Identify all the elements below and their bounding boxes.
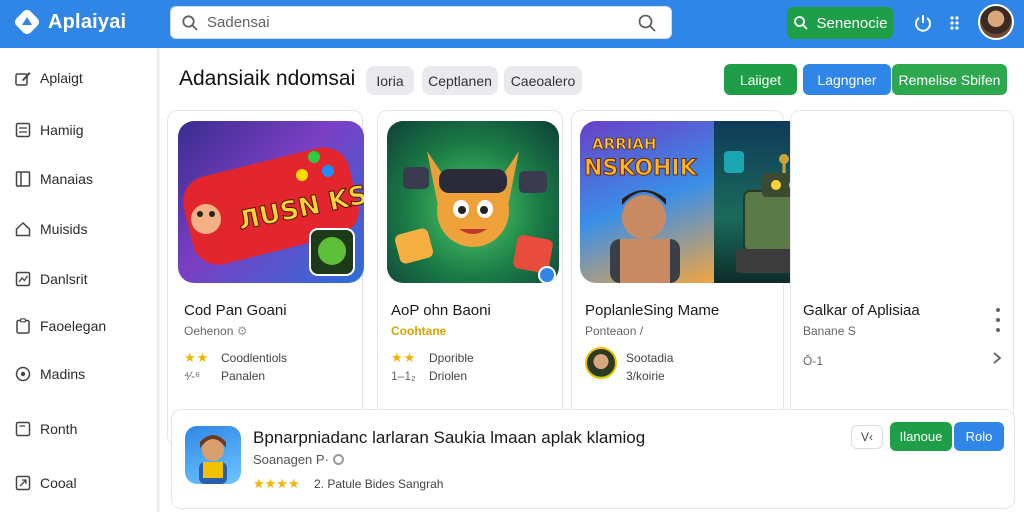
sidebar-item-manaias[interactable]: Manaias [0, 161, 158, 197]
app-name: PoplanleSing Mame [585, 302, 720, 319]
document-icon [15, 421, 31, 437]
app-meta: Panalen [221, 369, 266, 383]
home-icon [15, 221, 31, 237]
search-icon [182, 14, 198, 31]
apps-grid-icon[interactable] [946, 12, 968, 34]
top-bar: Aplaiyai Sadensai Senenocie [0, 0, 1024, 48]
developer-name: Sootadia [626, 351, 674, 365]
sidebar-item-label: Madins [40, 366, 86, 382]
sidebar-item-label: Cooal [40, 475, 77, 491]
featured-app-title: Bpnarpniadanc larlaran Saukia lmaan apla… [253, 428, 646, 447]
game-art-text: NSKOHIK [584, 156, 698, 181]
clipboard-icon [16, 318, 30, 334]
primary-action-button[interactable]: Laiiget [724, 64, 797, 95]
app-card[interactable]: ARRIAH NSKOHIK PoplanleSing Mame Ponteao… [571, 110, 854, 446]
logo-icon [14, 9, 40, 35]
rating-stars: ★★★★ [253, 476, 300, 491]
app-thumbnail[interactable] [387, 121, 559, 283]
game-art-image: ЛUSN KSIHI [183, 147, 364, 276]
filter-chip[interactable]: Ioria [366, 66, 414, 95]
sidebar-item-label: Faoelegan [40, 318, 107, 334]
app-developer-text: Oehenon [184, 324, 234, 338]
secondary-action-button[interactable]: Lagngner [803, 64, 891, 95]
featured-developer-text: Soanagen [253, 452, 313, 467]
sidebar-item-faoelegan[interactable]: Faoelegan [0, 308, 158, 344]
install-button[interactable]: Ilanoue [890, 422, 952, 451]
app-logo[interactable]: Aplaiyai [14, 9, 126, 35]
rating-stars: ★★ [391, 350, 417, 365]
more-button[interactable]: Rolo [954, 422, 1004, 451]
app-meta: Driolen [429, 369, 468, 383]
book-icon [15, 171, 31, 187]
app-developer: Coohtane [391, 324, 447, 338]
app-developer: Oehenon ⚙ [184, 324, 248, 338]
sidebar-item-label: Ronth [40, 421, 78, 437]
filter-chip[interactable]: Caeoalero [504, 66, 582, 95]
app-card[interactable]: Galkar of Aplisiaa Banane S Ŏ-1 [790, 110, 1014, 446]
featured-app-developer: Soanagen P· [253, 452, 344, 467]
header-action-label: Senenocie [816, 14, 888, 32]
header-action-button[interactable]: Senenocie [787, 7, 893, 39]
sidebar-item-label: Danlsrit [40, 271, 88, 287]
app-card[interactable]: AoP ohn Baoni Coohtane ★★ Dporible 1–1₂ … [377, 110, 563, 446]
search-input[interactable]: Sadensai [207, 14, 637, 31]
app-card[interactable]: ЛUSN KSIHI Cod Pan Goani Oehenon ⚙ ★★ Co… [167, 110, 364, 446]
app-developer: Banane S [803, 324, 856, 338]
featured-app-meta: 2. Patule Bides Sangrah [314, 477, 444, 491]
sidebar-item-label: Hamiig [40, 122, 84, 138]
main-content: Adansiaik ndomsai Ioria Ceptlanen Caeoal… [160, 48, 1024, 512]
filter-chip[interactable]: Ceptlanen [422, 66, 498, 95]
developer-avatar[interactable] [585, 347, 617, 379]
app-meta: Dporible [429, 351, 474, 365]
sidebar-item-muisids[interactable]: Muisids [0, 211, 158, 247]
user-avatar[interactable] [978, 4, 1014, 40]
game-art-image: ARRIAH NSKOHIK [584, 135, 698, 283]
app-name: Galkar of Aplisiaa [803, 302, 920, 319]
developer-sub: 3/koirie [626, 369, 665, 383]
sidebar-item-label: Manaias [40, 171, 93, 187]
featured-developer-extra: P· [315, 452, 329, 467]
target-icon [15, 366, 31, 382]
edit-icon [15, 72, 31, 86]
sidebar-item-cooal[interactable]: Cooal [0, 465, 158, 501]
featured-app-row[interactable]: Bpnarpniadanc larlaran Saukia lmaan apla… [171, 409, 1015, 509]
app-developer: Ponteaon / [585, 324, 644, 338]
sidebar: Aplaigt Hamiig Manaias Muisids Danlsrit … [0, 48, 158, 512]
search-submit-icon[interactable] [637, 13, 657, 33]
app-name: AoP ohn Baoni [391, 302, 491, 319]
list-icon [15, 122, 31, 138]
featured-app-icon[interactable] [185, 426, 241, 484]
power-icon[interactable] [912, 12, 934, 34]
version-badge[interactable]: V‹ [851, 425, 883, 449]
sidebar-item-danlsrit[interactable]: Danlsrit [0, 261, 158, 297]
chevron-right-icon[interactable] [992, 351, 1002, 365]
app-name: Cod Pan Goani [184, 302, 287, 319]
verified-icon [332, 454, 344, 465]
chart-icon [15, 271, 31, 287]
app-thumbnail[interactable]: ЛUSN KSIHI [178, 121, 364, 283]
sidebar-item-label: Aplaigt [40, 70, 83, 86]
app-thumbnail[interactable]: ARRIAH NSKOHIK [580, 121, 714, 283]
character-art-image [199, 435, 227, 484]
more-vert-icon[interactable] [994, 307, 1002, 333]
sidebar-item-label: Muisids [40, 221, 88, 237]
search-icon [793, 16, 808, 30]
rating-stars: ★★ [184, 350, 210, 365]
app-name: Aplaiyai [48, 10, 127, 33]
app-meta: Coodlentiols [221, 351, 288, 365]
game-art-image [395, 151, 556, 283]
search-bar[interactable]: Sadensai [170, 6, 672, 39]
sidebar-item-ronth[interactable]: Ronth [0, 411, 158, 447]
page-title: Adansiaik ndomsai [179, 67, 356, 90]
tertiary-action-button[interactable]: Remelise Sbifen [892, 64, 1007, 95]
app-meta-prefix: ⁴⁄-⁶ [184, 369, 201, 383]
export-icon [15, 475, 31, 491]
sidebar-item-madins[interactable]: Madins [0, 356, 158, 392]
game-art-text: ARRIAH [592, 135, 656, 153]
app-meta: Ŏ-1 [803, 354, 824, 368]
sidebar-item-aplaigt[interactable]: Aplaigt [0, 60, 158, 96]
app-meta-prefix: 1–1₂ [391, 369, 416, 383]
sidebar-item-hamiig[interactable]: Hamiig [0, 112, 158, 148]
